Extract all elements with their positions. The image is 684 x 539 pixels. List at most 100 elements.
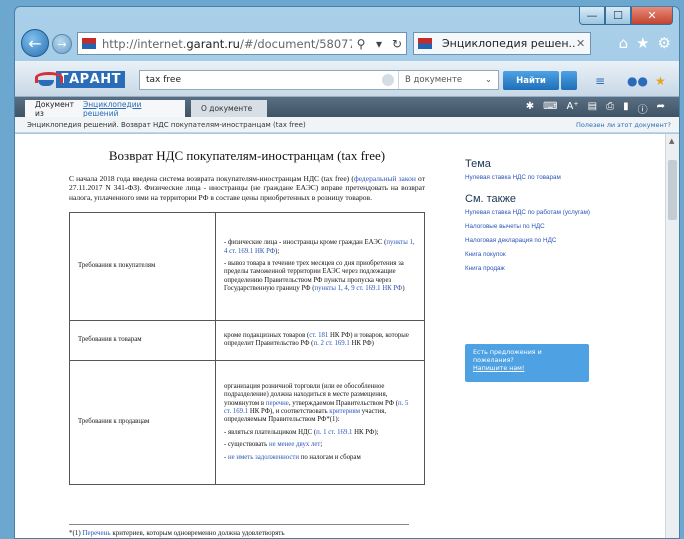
table-row: Требования к продавцам организация розни… [69, 359, 425, 485]
document-body: Возврат НДС покупателям-иностранцам (tax… [69, 148, 425, 485]
ref-link[interactable]: не иметь задолженности [228, 454, 299, 461]
print-icon[interactable]: ⎙ [606, 101, 614, 116]
see-also-heading: См. также [465, 193, 516, 205]
ref-link[interactable]: перечне [266, 400, 289, 407]
table-cell-name: Требования к продавцам [69, 359, 216, 485]
window-controls: — ☐ ✕ [579, 7, 673, 25]
url-text[interactable]: http://internet.garant.ru/#/document/580… [102, 37, 352, 51]
list-item: - не иметь задолженности по налогам и сб… [224, 453, 361, 461]
ref-link[interactable]: ст. 181 [309, 332, 328, 339]
sidebar: Тема Нулевая ставка НДС по товарам См. т… [465, 158, 645, 279]
list-item: организация розничной торговли (или ее о… [224, 382, 409, 424]
table-row: Требования к покупателям - физические ли… [69, 211, 425, 321]
suggestion-box: Есть предложения и пожелания? Напишите н… [465, 344, 589, 382]
browser-tools: ⌂ ★ ⚙ [619, 34, 671, 52]
star-icon[interactable]: ★ [655, 74, 666, 88]
users-icon[interactable]: ●● [627, 74, 648, 88]
close-window-button[interactable]: ✕ [631, 7, 673, 25]
garant-logo-icon [35, 70, 64, 88]
document-title: Возврат НДС покупателям-иностранцам (tax… [108, 148, 386, 163]
vertical-scrollbar[interactable]: ▲ [665, 134, 679, 538]
list-item: кроме подакцизных товаров (ст. 181 НК РФ… [224, 331, 409, 348]
tab-title: Энциклопедия решен... [442, 37, 576, 50]
gear-icon[interactable]: ⚙ [658, 34, 671, 52]
document-tabs: Документ из Энциклопедии решений О докум… [15, 97, 679, 118]
save-icon[interactable]: ▤ [588, 101, 597, 116]
table-cell-name: Требования к товарам [69, 319, 216, 361]
title-bar: — ☐ ✕ ← → http://internet.garant.ru/#/do… [15, 7, 679, 61]
list-item: - являться плательщиком НДС (п. 1 ст. 16… [224, 428, 379, 436]
ref-link[interactable]: не менее двух лет [269, 441, 320, 448]
arrow-left-icon: ← [28, 33, 42, 53]
ref-link[interactable]: пункты 1, 4, 9 ст. 169.1 НК РФ [315, 285, 403, 292]
ref-link[interactable]: п. 1 ст. 169.1 [316, 429, 352, 436]
law-link[interactable]: федеральный закон [354, 174, 416, 183]
back-button[interactable]: ← [21, 29, 49, 57]
footnote: *(1) Перечень критериев, которым одновре… [69, 524, 409, 537]
table-cell-name: Требования к покупателям [69, 211, 216, 321]
footnote-link[interactable]: Перечень [82, 529, 110, 537]
home-icon[interactable]: ⌂ [619, 34, 629, 52]
document-tools: ✱ ⌨ A⁺ ▤ ⎙ ▮ ⓘ ➦ [526, 101, 665, 116]
garant-logo[interactable]: ГАРАНТ [35, 66, 125, 92]
document-intro: С начала 2018 года введена система возвр… [69, 174, 425, 202]
site-favicon-icon [82, 38, 96, 49]
suggestion-text: Есть предложения и пожелания? [473, 349, 542, 364]
minimize-button[interactable]: — [579, 7, 605, 25]
find-button[interactable]: Найти [503, 71, 559, 90]
tab-document[interactable]: Документ из Энциклопедии решений [25, 100, 185, 118]
scroll-thumb[interactable] [668, 160, 677, 220]
ref-link[interactable]: п. 2 ст. 169.1 [313, 340, 349, 347]
table-row: Требования к товарам кроме подакцизных т… [69, 319, 425, 361]
tab-about-document[interactable]: О документе [191, 100, 267, 117]
lightbulb-icon[interactable]: ✱ [526, 101, 534, 116]
table-cell-value: организация розничной торговли (или ее о… [215, 359, 425, 485]
list-item: - физические лица - иностранцы кроме гра… [224, 239, 415, 255]
topic-heading: Тема [465, 158, 491, 170]
see-also-link[interactable]: Налоговые вычеты по НДС [465, 223, 645, 230]
address-bar[interactable]: http://internet.garant.ru/#/document/580… [77, 32, 407, 55]
table-cell-value: кроме подакцизных товаров (ст. 181 НК РФ… [215, 319, 425, 361]
breadcrumb-text: Энциклопедия решений. Возврат НДС покупа… [27, 121, 306, 129]
clear-search-icon[interactable] [382, 74, 394, 86]
write-us-link[interactable]: Напишите нам! [473, 365, 524, 372]
see-also-link[interactable]: Налоговая декларация по НДС [465, 237, 645, 244]
chevron-down-icon: ⌄ [484, 75, 492, 85]
logo-text: ГАРАНТ [56, 70, 125, 88]
list-item: - вывоз товара в течение трех месяцев со… [224, 259, 405, 293]
see-also-link[interactable]: Книга продаж [465, 265, 645, 272]
forward-button[interactable]: → [52, 34, 72, 54]
garant-toolbar: ГАРАНТ tax free В документе ⌄ Найти ≡ ●● … [15, 61, 679, 97]
search-value: tax free [146, 75, 181, 85]
breadcrumb: Энциклопедия решений. Возврат НДС покупа… [15, 117, 679, 133]
scroll-up-icon[interactable]: ▲ [669, 137, 674, 145]
search-icon[interactable]: ⚲ [352, 37, 370, 51]
dropdown-icon[interactable]: ▾ [370, 37, 388, 51]
document-content: Возврат НДС покупателям-иностранцам (tax… [15, 134, 667, 538]
search-scope-select[interactable]: В документе ⌄ [398, 71, 498, 89]
list-item: - существовать не менее двух лет; [224, 441, 323, 449]
share-icon[interactable]: ➦ [657, 101, 665, 116]
search-input[interactable]: tax free В документе ⌄ [139, 70, 499, 90]
favorites-star-icon[interactable]: ★ [636, 34, 649, 52]
see-also-link[interactable]: Нулевая ставка НДС по работам (услугам) [465, 209, 645, 216]
see-also-link[interactable]: Книга покупок [465, 251, 645, 258]
font-size-icon[interactable]: A⁺ [567, 101, 579, 116]
tab-favicon-icon [418, 38, 432, 49]
info-icon[interactable]: ⓘ [638, 101, 648, 116]
topic-link[interactable]: Нулевая ставка НДС по товарам [465, 174, 645, 181]
maximize-button[interactable]: ☐ [605, 7, 631, 25]
tab-close-icon[interactable]: ✕ [576, 37, 590, 50]
feedback-link[interactable]: Полезен ли этот документ? [576, 121, 671, 129]
browser-tab[interactable]: Энциклопедия решен... ✕ [413, 32, 591, 55]
filter-icon[interactable]: ≡ [595, 74, 605, 88]
ref-link[interactable]: критериям [329, 408, 360, 415]
find-options-button[interactable] [561, 71, 577, 90]
keyboard-icon[interactable]: ⌨ [543, 101, 557, 116]
browser-window: — ☐ ✕ ← → http://internet.garant.ru/#/do… [14, 6, 680, 539]
arrow-right-icon: → [57, 37, 67, 51]
refresh-icon[interactable]: ↻ [388, 37, 406, 51]
table-cell-value: - физические лица - иностранцы кроме гра… [215, 211, 425, 321]
requirements-table: Требования к покупателям - физические ли… [69, 211, 425, 485]
bookmark-icon[interactable]: ▮ [623, 101, 629, 116]
